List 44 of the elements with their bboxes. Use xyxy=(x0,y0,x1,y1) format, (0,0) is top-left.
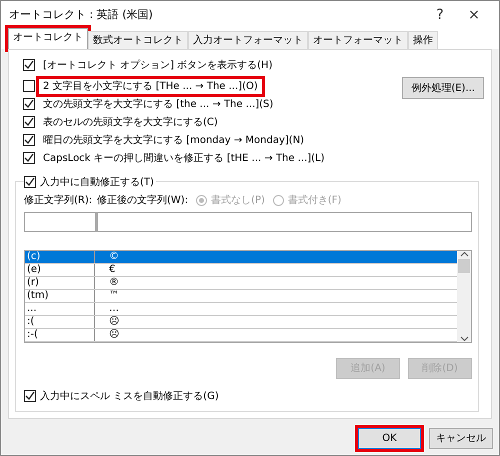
dialog-button[interactable]: OK xyxy=(358,428,421,449)
exceptions-button[interactable]: 例外処理(E)... xyxy=(402,77,484,99)
tab[interactable]: 数式オートコレクト xyxy=(88,31,188,49)
scroll-up-icon[interactable] xyxy=(460,251,468,257)
scroll-down-icon[interactable] xyxy=(460,336,468,342)
option-label: 曜日の先頭文字を大文字にする [monday → Monday](N) xyxy=(42,134,306,148)
checkbox[interactable] xyxy=(23,152,35,164)
tab[interactable]: オートコレクト xyxy=(8,28,88,49)
list-row[interactable]: ... … xyxy=(25,303,457,316)
checkbox[interactable] xyxy=(24,390,36,402)
option-label: 入力中にスペル ミスを自動修正する(G) xyxy=(40,390,219,404)
checkbox[interactable] xyxy=(23,98,35,110)
help-button[interactable]: ? xyxy=(423,4,457,26)
tab[interactable]: 操作 xyxy=(408,31,438,49)
option-label: [オートコレクト オプション] ボタンを表示する(H) xyxy=(42,58,274,72)
list-row[interactable]: :-( ☹ xyxy=(25,329,457,342)
option-label: 文の先頭文字を大文字にする [the ... → The ...](S) xyxy=(42,98,274,112)
list-row[interactable]: (tm) ™ xyxy=(25,290,457,303)
checkbox[interactable] xyxy=(23,80,35,92)
radio-label: 書式なし(P) xyxy=(211,194,265,208)
option-label: 表のセルの先頭文字を大文字にする(C) xyxy=(42,116,219,130)
checkbox[interactable] xyxy=(23,134,35,146)
option-label: CapsLock キーの押し間違いを修正する [tHE ... → The ...](L) xyxy=(42,152,326,166)
dialog-button[interactable]: キャンセル xyxy=(429,428,493,449)
window-title: オートコレクト : 英語 (米国) xyxy=(9,6,154,23)
close-button[interactable]: × xyxy=(457,4,491,26)
list-row[interactable]: (e) € xyxy=(25,264,457,277)
radio-label: 書式付き(F) xyxy=(288,194,342,208)
with-field[interactable] xyxy=(96,212,472,232)
option-label: 入力中に自動修正する(T) xyxy=(40,176,154,190)
checkbox[interactable] xyxy=(23,116,35,128)
replace-field[interactable] xyxy=(24,212,96,232)
option-label: 2 文字目を小文字にする [THe ... → The ...](O) xyxy=(39,78,262,94)
field-label: 修正後の文字列(W): xyxy=(97,194,188,208)
checkbox[interactable] xyxy=(23,59,35,71)
checkbox[interactable] xyxy=(24,176,36,188)
list-row[interactable]: :( ☹ xyxy=(25,316,457,329)
list-row[interactable]: (r) ® xyxy=(25,277,457,290)
tab[interactable]: 入力オートフォーマット xyxy=(188,31,308,49)
field-label: 修正文字列(R): xyxy=(24,194,94,208)
scrollbar[interactable] xyxy=(457,251,471,342)
tab[interactable]: オートフォーマット xyxy=(308,31,408,49)
scroll-thumb[interactable] xyxy=(458,259,470,273)
list-row[interactable]: (c) © xyxy=(25,251,457,264)
